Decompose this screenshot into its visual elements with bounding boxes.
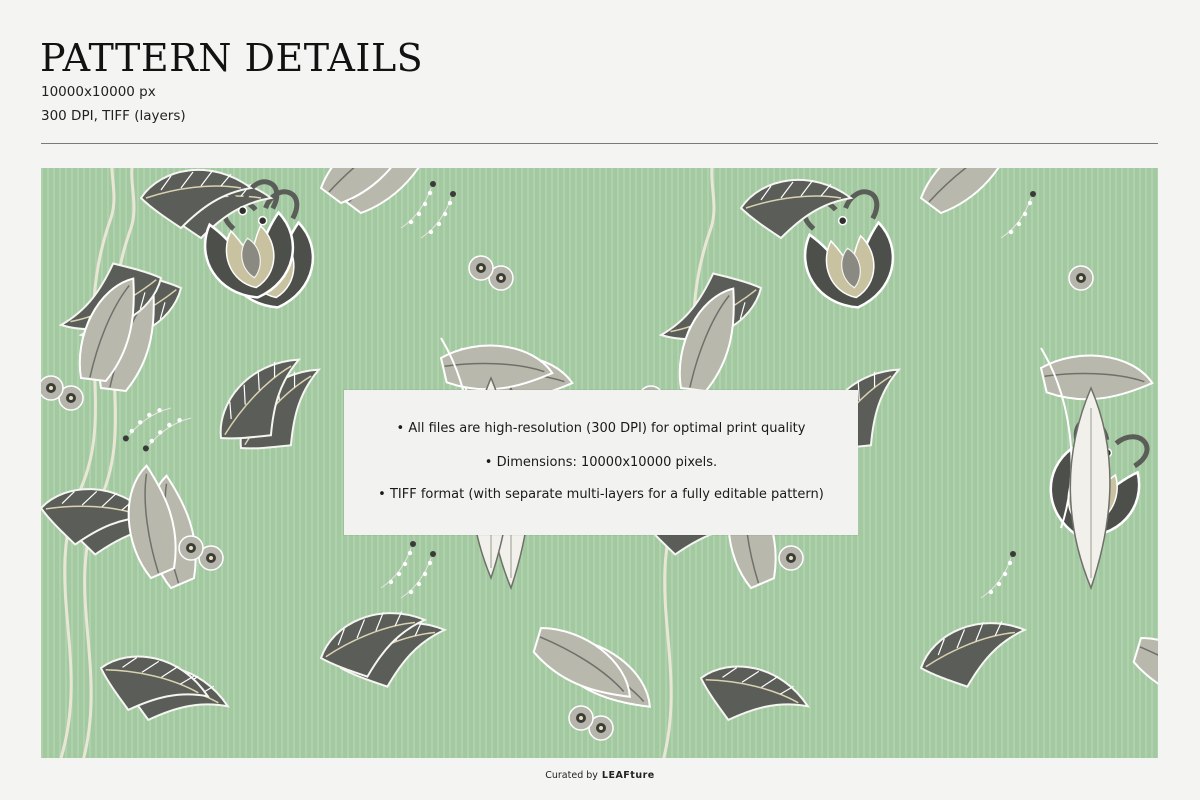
page-title: PATTERN DETAILS <box>40 36 424 80</box>
brand-logo: LEAFture <box>601 770 655 781</box>
spec-format: 300 DPI, TIFF (layers) <box>41 108 186 124</box>
info-card: • All files are high-resolution (300 DPI… <box>344 390 858 535</box>
footer-credit: Curated by LEAFture <box>0 770 1200 781</box>
info-line-dimensions: • Dimensions: 10000x10000 pixels. <box>484 455 718 470</box>
info-line-format: • TIFF format (with separate multi-layer… <box>378 487 824 502</box>
info-line-resolution: • All files are high-resolution (300 DPI… <box>396 421 806 436</box>
divider <box>41 143 1158 144</box>
spec-size: 10000x10000 px <box>41 84 156 100</box>
credit-prefix: Curated by <box>545 770 598 781</box>
